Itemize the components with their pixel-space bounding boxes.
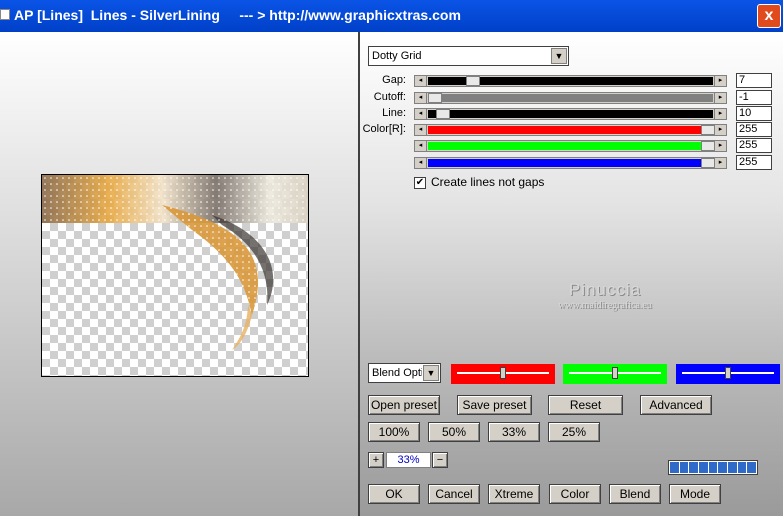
- progress-segment: [728, 462, 737, 473]
- effect-dropdown-value: Dotty Grid: [372, 50, 422, 62]
- slider-track[interactable]: [428, 110, 713, 118]
- zoom-value: 33%: [397, 454, 420, 466]
- progress-segment: [718, 462, 728, 473]
- slider-thumb[interactable]: [612, 367, 618, 379]
- action-open-preset-button[interactable]: Open preset: [368, 395, 440, 415]
- param-label: Gap:: [382, 74, 406, 86]
- param-value-field[interactable]: 255: [736, 122, 772, 137]
- param-value-field[interactable]: 255: [736, 138, 772, 153]
- preview-artwork: [42, 175, 308, 350]
- zoom-25-button[interactable]: 25%: [548, 422, 600, 442]
- slider-track[interactable]: [428, 159, 713, 167]
- progress-segment: [747, 462, 757, 473]
- action-advanced-button[interactable]: Advanced: [640, 395, 712, 415]
- arrow-left-icon[interactable]: ◂: [415, 158, 427, 168]
- param-slider[interactable]: ◂ ▸: [414, 75, 727, 87]
- preview-image[interactable]: [41, 174, 309, 377]
- arrow-right-icon[interactable]: ▸: [714, 141, 726, 151]
- minus-icon: −: [436, 454, 444, 466]
- watermark-title: Pinuccia: [568, 280, 642, 299]
- zoom-50-button[interactable]: 50%: [428, 422, 480, 442]
- arrow-left-icon[interactable]: ◂: [415, 125, 427, 135]
- slider-track[interactable]: [428, 126, 713, 134]
- window-icon: [0, 9, 10, 20]
- zoom-in-button[interactable]: +: [368, 452, 384, 468]
- param-slider[interactable]: ◂ ▸: [414, 108, 727, 120]
- param-label: Cutoff:: [373, 91, 406, 103]
- blend-options-dropdown[interactable]: Blend Optio ▼: [368, 363, 441, 383]
- param-value-field[interactable]: 10: [736, 106, 772, 121]
- param-value-field[interactable]: 7: [736, 73, 772, 88]
- dialog-mode-button[interactable]: Mode: [669, 484, 721, 504]
- slider-thumb[interactable]: [500, 367, 506, 379]
- controls-pane: [360, 32, 783, 516]
- action-reset-button[interactable]: Reset: [548, 395, 623, 415]
- arrow-right-icon[interactable]: ▸: [714, 158, 726, 168]
- dialog-ok-button[interactable]: OK: [368, 484, 420, 504]
- watermark: Pinuccia www.maidiregrafica.eu: [525, 280, 685, 311]
- slider-thumb[interactable]: [466, 76, 481, 86]
- dialog-blend-button[interactable]: Blend: [609, 484, 661, 504]
- effect-dropdown[interactable]: Dotty Grid ▼: [368, 46, 569, 66]
- param-value-field[interactable]: 255: [736, 155, 772, 170]
- progress-segment: [670, 462, 679, 473]
- progress-indicator: [668, 460, 758, 475]
- create-lines-label: Create lines not gaps: [431, 175, 545, 189]
- dialog-xtreme-button[interactable]: Xtreme: [488, 484, 540, 504]
- zoom-out-button[interactable]: −: [432, 452, 448, 468]
- arrow-right-icon[interactable]: ▸: [714, 93, 726, 103]
- arrow-left-icon[interactable]: ◂: [415, 76, 427, 86]
- blend-color-slider[interactable]: [676, 364, 780, 384]
- slider-thumb[interactable]: [725, 367, 731, 379]
- slider-thumb[interactable]: [428, 93, 442, 103]
- arrow-left-icon[interactable]: ◂: [415, 109, 427, 119]
- progress-segment: [708, 462, 718, 473]
- arrow-right-icon[interactable]: ▸: [714, 109, 726, 119]
- slider-track[interactable]: [428, 94, 713, 102]
- chevron-down-icon[interactable]: ▼: [423, 365, 439, 381]
- zoom-100-button[interactable]: 100%: [368, 422, 420, 442]
- action-save-preset-button[interactable]: Save preset: [457, 395, 532, 415]
- param-slider[interactable]: ◂ ▸: [414, 140, 727, 152]
- slider-thumb[interactable]: [701, 158, 715, 168]
- arrow-left-icon[interactable]: ◂: [415, 93, 427, 103]
- blend-color-slider[interactable]: [563, 364, 667, 384]
- plus-icon: +: [372, 454, 380, 466]
- progress-segment: [689, 462, 699, 473]
- arrow-right-icon[interactable]: ▸: [714, 125, 726, 135]
- param-slider[interactable]: ◂ ▸: [414, 92, 727, 104]
- blend-color-slider[interactable]: [451, 364, 555, 384]
- chevron-down-icon[interactable]: ▼: [551, 48, 567, 64]
- param-label: Color[R]:: [362, 123, 406, 135]
- close-button[interactable]: x: [757, 4, 781, 28]
- dialog-cancel-button[interactable]: Cancel: [428, 484, 480, 504]
- title-bar: AP [Lines] Lines - SilverLining --- > ht…: [0, 0, 783, 32]
- slider-track[interactable]: [428, 142, 713, 150]
- slider-thumb[interactable]: [436, 109, 451, 119]
- slider-thumb[interactable]: [701, 125, 715, 135]
- blend-options-value: Blend Optio: [372, 367, 422, 379]
- create-lines-checkbox[interactable]: ✔: [414, 177, 426, 189]
- zoom-value-field[interactable]: 33%: [386, 452, 431, 468]
- watermark-url: www.maidiregrafica.eu: [558, 300, 652, 311]
- arrow-left-icon[interactable]: ◂: [415, 141, 427, 151]
- check-mark-icon: ✔: [415, 177, 425, 188]
- param-label: Line:: [382, 107, 406, 119]
- param-slider[interactable]: ◂ ▸: [414, 157, 727, 169]
- zoom-33-button[interactable]: 33%: [488, 422, 540, 442]
- close-icon: x: [764, 7, 774, 24]
- progress-segment: [699, 462, 708, 473]
- window-title: AP [Lines] Lines - SilverLining --- > ht…: [14, 7, 461, 23]
- progress-segment: [737, 462, 747, 473]
- slider-thumb[interactable]: [701, 141, 715, 151]
- param-slider[interactable]: ◂ ▸: [414, 124, 727, 136]
- dialog-color-button[interactable]: Color: [549, 484, 601, 504]
- progress-segment: [679, 462, 689, 473]
- param-value-field[interactable]: -1: [736, 90, 772, 105]
- arrow-right-icon[interactable]: ▸: [714, 76, 726, 86]
